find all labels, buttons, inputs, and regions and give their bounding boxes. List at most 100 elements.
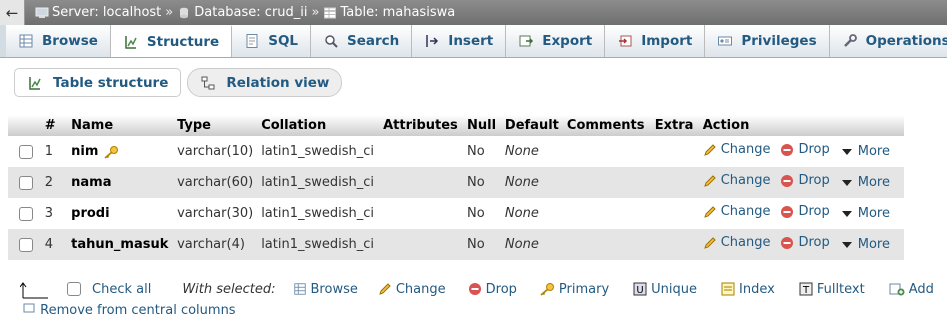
svg-text:U: U [637,285,644,296]
index-icon [721,282,735,296]
breadcrumb-table[interactable]: Table: mahasiswa [323,5,455,20]
field-null: No [463,136,501,167]
tab-search-label: Search [347,33,400,49]
field-attributes [379,229,463,260]
drop-button[interactable]: Drop [780,235,830,250]
field-extra [650,136,699,167]
more-label: More [857,237,890,253]
row-checkbox[interactable] [19,144,33,159]
header-type[interactable]: Type [173,115,258,136]
bulk-primary-button[interactable]: Primary [539,282,609,297]
drop-label: Drop [798,173,830,189]
row-field-name-cell: nama [67,167,174,198]
field-type: varchar(4) [173,229,258,260]
drop-button[interactable]: Drop [780,204,830,219]
breadcrumb-database[interactable]: Database: crud_ii [177,5,308,20]
field-collation: latin1_swedish_ci [257,198,380,229]
fulltext-icon: T [799,282,813,296]
chevron-down-icon [841,241,852,248]
tab-insert[interactable]: Insert [412,25,507,57]
sql-icon [246,34,258,48]
change-label: Change [720,204,771,220]
field-name[interactable]: prodi [71,206,109,221]
bulk-unique-button[interactable]: U Unique [633,282,697,297]
row-checkbox[interactable] [19,206,33,221]
field-collation: latin1_swedish_ci [257,136,380,167]
bulk-drop-button[interactable]: Drop [468,282,517,297]
row-actions: Change Drop More [698,136,904,167]
tab-privileges[interactable]: Privileges [705,25,830,57]
row-checkbox[interactable] [19,175,33,190]
export-icon [519,35,534,47]
tab-sql[interactable]: SQL [232,25,312,57]
field-default: None [500,198,563,229]
breadcrumb-server[interactable]: Server: localhost [35,5,161,20]
row-num: 2 [40,167,68,198]
breadcrumb-separator: » [165,5,174,20]
remove-central-columns-link[interactable]: Remove from central columns [22,302,236,318]
header-collation[interactable]: Collation [257,115,380,136]
header-null[interactable]: Null [463,115,501,136]
breadcrumb: ← Server: localhost » Database: crud_ii … [0,0,947,25]
table-row[interactable]: 1 nim varchar(10) latin1_swedish_ci No None C… [8,136,904,167]
header-extra[interactable]: Extra [650,115,699,136]
table-row[interactable]: 3 prodi varchar(30) latin1_swedish_ci No None… [8,198,904,229]
subtab-table-structure-label: Table structure [53,74,169,91]
svg-text:T: T [802,285,810,296]
bulk-browse-button[interactable]: Browse [293,282,358,297]
check-all-checkbox[interactable] [67,282,81,296]
tab-operations[interactable]: Operations [829,25,947,57]
row-select-cell [8,229,41,260]
change-button[interactable]: Change [703,142,770,157]
tab-import[interactable]: Import [605,25,706,57]
row-select-cell [8,167,41,198]
back-arrow-icon[interactable]: ← [0,0,25,25]
field-name[interactable]: nama [71,175,111,190]
subtab-relation-view[interactable]: Relation view [187,68,343,97]
change-button[interactable]: Change [703,173,770,188]
header-default[interactable]: Default [500,115,563,136]
table-icon [324,7,337,18]
drop-button[interactable]: Drop [780,142,830,158]
header-num: # [40,115,68,136]
more-dropdown[interactable]: More [840,144,890,159]
field-comments [562,167,651,198]
field-name[interactable]: tahun_masuk [71,237,168,252]
header-attributes[interactable]: Attributes [379,115,463,136]
database-icon [180,7,189,18]
row-checkbox[interactable] [19,237,33,252]
tab-search[interactable]: Search [311,25,413,57]
drop-button[interactable]: Drop [780,173,830,189]
bulk-index-button[interactable]: Index [721,282,775,297]
more-dropdown[interactable]: More [840,206,890,221]
row-select-cell [8,198,41,229]
table-row[interactable]: 2 nama varchar(60) latin1_swedish_ci No None C… [8,167,904,198]
bulk-change-button[interactable]: Change [378,282,446,297]
arrow-ltr-icon [20,282,48,299]
bulk-add-button[interactable]: Add [889,282,934,297]
header-name[interactable]: Name [67,115,174,136]
drop-label: Drop [798,142,830,158]
table-row[interactable]: 4 tahun_masuk varchar(4) latin1_swedish_ci N… [8,229,904,260]
tab-export[interactable]: Export [506,25,606,57]
change-button[interactable]: Change [703,235,771,251]
insert-icon [426,35,439,47]
more-dropdown[interactable]: More [840,175,890,190]
drop-icon [781,236,794,249]
bulk-browse-label: Browse [310,281,358,297]
subtab-table-structure[interactable]: Table structure [14,68,182,97]
tab-structure[interactable]: Structure [110,25,233,57]
check-all-label[interactable]: Check all [92,282,151,297]
header-comments[interactable]: Comments [562,115,651,136]
bulk-unique-label: Unique [651,281,698,297]
pencil-icon [379,283,391,295]
change-button[interactable]: Change [703,204,771,220]
change-label: Change [720,235,771,251]
row-num: 3 [40,198,68,229]
field-name[interactable]: nim [71,144,98,159]
drop-icon [781,174,794,187]
more-dropdown[interactable]: More [840,237,890,252]
tab-browse[interactable]: Browse [6,25,111,57]
field-null: No [463,167,501,198]
bulk-fulltext-button[interactable]: T Fulltext [799,282,865,297]
